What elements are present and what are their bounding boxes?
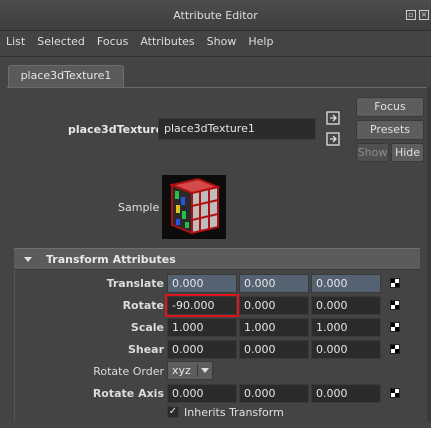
sample-swatch[interactable]	[162, 175, 226, 239]
output-connection-icon[interactable]	[326, 132, 340, 146]
menu-focus[interactable]: Focus	[91, 31, 134, 53]
menubar: List Selected Focus Attributes Show Help	[0, 31, 431, 53]
shear-x-field[interactable]: 0.000	[167, 340, 237, 359]
rotate-axis-z-field[interactable]: 0.000	[311, 384, 381, 403]
texture-cube-preview	[162, 175, 226, 239]
translate-x-field[interactable]: 0.000	[167, 274, 237, 293]
focus-button[interactable]: Focus	[356, 97, 424, 117]
scale-map-icon[interactable]	[390, 322, 400, 332]
rotate-axis-x-field[interactable]: 0.000	[167, 384, 237, 403]
dropdown-divider	[197, 364, 198, 377]
rotate-axis-y-field[interactable]: 0.000	[239, 384, 309, 403]
menu-list[interactable]: List	[0, 31, 31, 53]
scale-x-field[interactable]: 1.000	[167, 318, 237, 337]
rotate-axis-label: Rotate Axis	[92, 387, 164, 400]
rotate-x-field[interactable]: -90.000	[165, 294, 239, 317]
menu-show[interactable]: Show	[201, 31, 243, 53]
rotate-label: Rotate	[122, 299, 164, 312]
section-title: Transform Attributes	[46, 253, 176, 266]
menu-selected[interactable]: Selected	[31, 31, 91, 53]
scale-z-field[interactable]: 1.000	[311, 318, 381, 337]
menu-attributes[interactable]: Attributes	[134, 31, 200, 53]
menu-help[interactable]: Help	[242, 31, 279, 53]
translate-z-field[interactable]: 0.000	[311, 274, 381, 293]
menubar-divider	[0, 56, 431, 57]
rotate-y-field[interactable]: 0.000	[239, 296, 309, 315]
rotate-map-icon[interactable]	[390, 300, 400, 310]
input-connection-icon[interactable]	[326, 111, 340, 125]
float-window-icon[interactable]: ▫	[406, 10, 416, 20]
transform-attributes-header[interactable]: Transform Attributes	[14, 248, 420, 270]
hide-button[interactable]: Hide	[391, 143, 424, 162]
rotate-order-dropdown[interactable]: xyz	[167, 361, 213, 380]
translate-y-field[interactable]: 0.000	[239, 274, 309, 293]
node-tabs: place3dTexture1	[0, 60, 431, 88]
rotate-axis-map-icon[interactable]	[390, 388, 400, 398]
window-title: Attribute Editor	[173, 9, 258, 22]
translate-label: Translate	[106, 277, 164, 290]
shear-map-icon[interactable]	[390, 344, 400, 354]
shear-label: Shear	[127, 343, 164, 356]
shear-y-field[interactable]: 0.000	[239, 340, 309, 359]
inherits-transform-label: Inherits Transform	[184, 406, 284, 419]
scale-y-field[interactable]: 1.000	[239, 318, 309, 337]
collapse-triangle-icon[interactable]	[24, 257, 32, 262]
chevron-down-icon	[201, 368, 209, 373]
sample-label: Sample	[118, 201, 160, 214]
window-titlebar: Attribute Editor ▫ ×	[0, 0, 431, 31]
node-name-field[interactable]: place3dTexture1	[158, 118, 316, 140]
rotate-order-label: Rotate Order	[93, 365, 164, 378]
inherits-transform-checkbox[interactable]: ✓	[167, 406, 179, 418]
scale-label: Scale	[130, 321, 164, 334]
presets-button[interactable]: Presets	[356, 120, 424, 140]
checkmark-icon: ✓	[168, 406, 178, 417]
node-type-label: place3dTexture:	[68, 123, 168, 136]
rotate-order-value: xyz	[172, 364, 191, 377]
shear-z-field[interactable]: 0.000	[311, 340, 381, 359]
tab-place3dtexture1[interactable]: place3dTexture1	[8, 65, 124, 87]
scrollbar[interactable]	[427, 87, 431, 422]
rotate-z-field[interactable]: 0.000	[311, 296, 381, 315]
show-button[interactable]: Show	[356, 143, 389, 162]
close-icon[interactable]: ×	[419, 10, 429, 20]
translate-map-icon[interactable]	[390, 278, 400, 288]
